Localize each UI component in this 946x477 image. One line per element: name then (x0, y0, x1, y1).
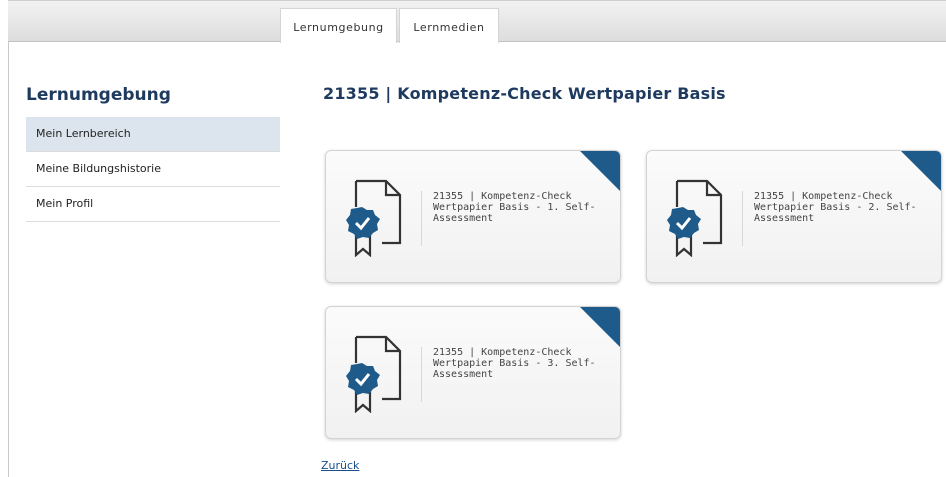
sidebar-item-mein-profil[interactable]: Mein Profil (26, 187, 280, 222)
sidebar-item-meine-bildungshistorie[interactable]: Meine Bildungshistorie (26, 152, 280, 187)
tab-lernumgebung[interactable]: Lernumgebung (280, 8, 397, 43)
sidebar-item-mein-lernbereich[interactable]: Mein Lernbereich (26, 117, 280, 152)
card-divider (421, 191, 422, 246)
card-title: 21355 | Kompetenz-Check Wertpapier Basis… (433, 347, 596, 380)
tab-lernmedien[interactable]: Lernmedien (399, 8, 499, 43)
card-title: 21355 | Kompetenz-Check Wertpapier Basis… (433, 191, 596, 224)
corner-flag-icon (901, 151, 941, 191)
card-divider (742, 191, 743, 246)
certificate-icon (346, 179, 402, 257)
card-title: 21355 | Kompetenz-Check Wertpapier Basis… (754, 191, 917, 224)
course-card[interactable]: 21355 | Kompetenz-Check Wertpapier Basis… (325, 306, 621, 439)
sidebar-nav: Mein Lernbereich Meine Bildungshistorie … (26, 117, 280, 222)
course-card[interactable]: 21355 | Kompetenz-Check Wertpapier Basis… (325, 150, 621, 283)
corner-flag-icon (580, 307, 620, 347)
card-divider (421, 347, 422, 402)
certificate-icon (346, 335, 402, 413)
page-title: 21355 | Kompetenz-Check Wertpapier Basis (323, 84, 726, 103)
sidebar-title: Lernumgebung (26, 85, 171, 105)
corner-flag-icon (580, 151, 620, 191)
certificate-icon (667, 179, 723, 257)
course-card[interactable]: 21355 | Kompetenz-Check Wertpapier Basis… (646, 150, 942, 283)
back-link[interactable]: Zurück (321, 459, 359, 472)
